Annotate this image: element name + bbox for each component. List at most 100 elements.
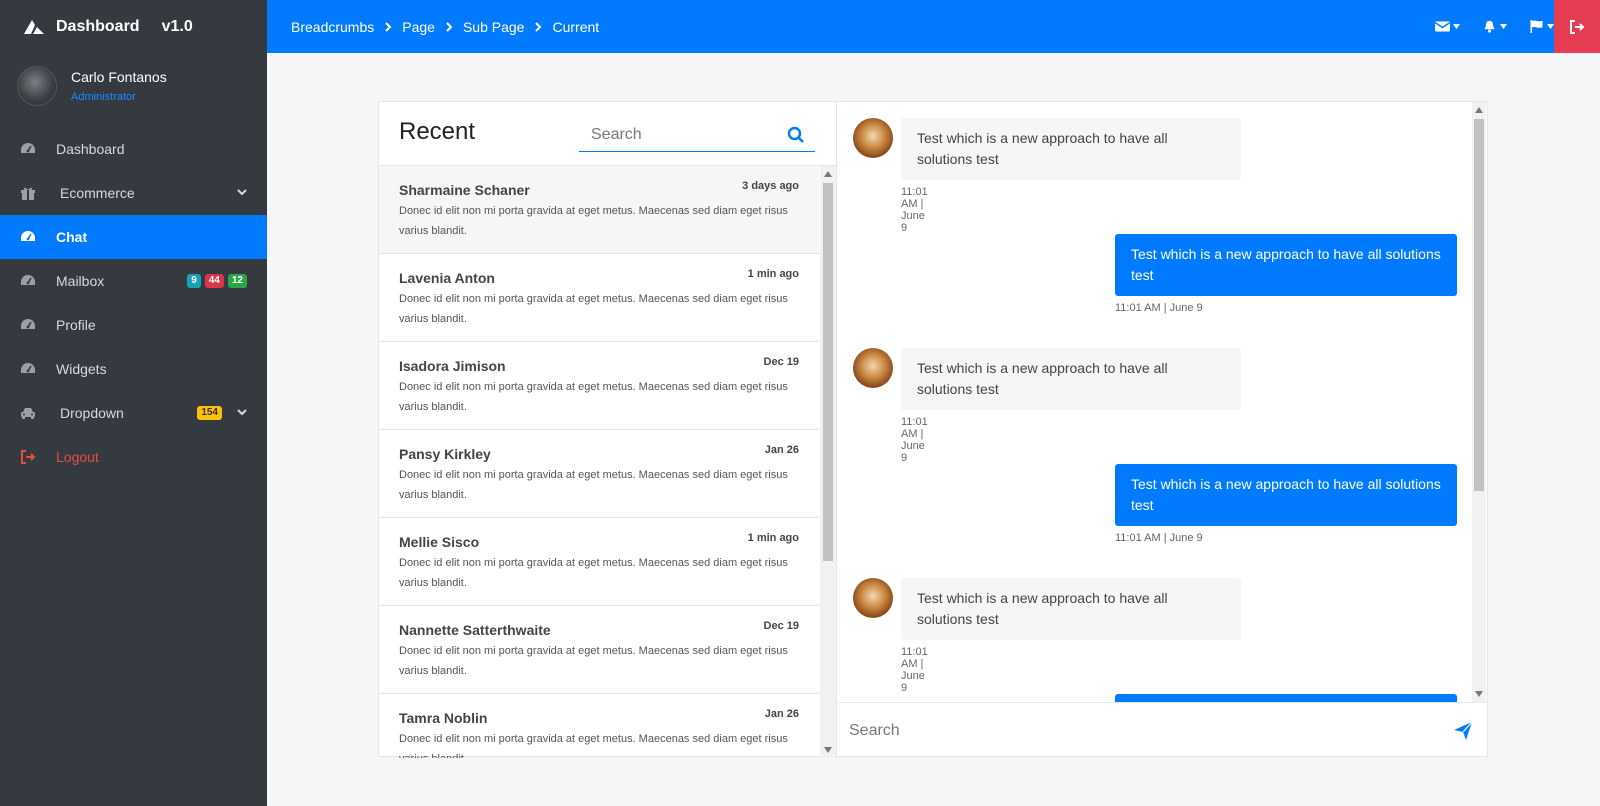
outgoing-message: Test which is a new approach to have all… bbox=[1115, 464, 1457, 526]
notifications-dropdown[interactable] bbox=[1482, 20, 1507, 33]
recent-header: Recent bbox=[379, 102, 836, 166]
topbar: Breadcrumbs Page Sub Page Current bbox=[267, 0, 1600, 53]
conversation-item[interactable]: Nannette Satterthwaite Dec 19 Donec id e… bbox=[379, 606, 819, 694]
flag-icon bbox=[1530, 20, 1543, 33]
badge-count: 154 bbox=[197, 406, 222, 420]
chat-thread: Test which is a new approach to have all… bbox=[837, 102, 1487, 758]
conversation-scrollbar[interactable] bbox=[820, 166, 836, 758]
brand-title: Dashboard bbox=[56, 17, 140, 35]
dashboard-icon bbox=[20, 229, 36, 245]
caret-down-icon bbox=[1547, 24, 1554, 29]
sidebar-nav: Dashboard Ecommerce Chat Mailbox 9 44 12… bbox=[0, 127, 267, 479]
sidebar-item-label: Logout bbox=[56, 449, 99, 465]
caret-down-icon bbox=[1500, 24, 1507, 29]
message-time: 11:01 AM | June 9 bbox=[901, 646, 928, 694]
conversation-time: Dec 19 bbox=[763, 356, 799, 368]
sidebar-item-logout[interactable]: Logout bbox=[0, 435, 267, 479]
sidebar: Dashboard v1.0 Carlo Fontanos Administra… bbox=[0, 0, 267, 806]
chevron-right-icon bbox=[385, 21, 392, 32]
chevron-right-icon bbox=[535, 21, 542, 32]
messages-dropdown[interactable] bbox=[1435, 20, 1460, 33]
scroll-down-icon[interactable] bbox=[824, 747, 832, 753]
message-bubble: Test which is a new approach to have all… bbox=[901, 348, 1241, 410]
logout-button[interactable] bbox=[1554, 0, 1600, 53]
scroll-up-icon[interactable] bbox=[1475, 107, 1483, 113]
sign-out-icon bbox=[1570, 19, 1585, 34]
conversation-item[interactable]: Lavenia Anton 1 min ago Donec id elit no… bbox=[379, 254, 819, 342]
conversation-item[interactable]: Tamra Noblin Jan 26 Donec id elit non mi… bbox=[379, 694, 819, 758]
sign-out-icon bbox=[20, 449, 36, 465]
chevron-right-icon bbox=[446, 21, 453, 32]
chevron-down-icon bbox=[237, 409, 247, 416]
dashboard-icon bbox=[20, 273, 36, 289]
sidebar-item-label: Profile bbox=[56, 317, 96, 333]
contact-name: Lavenia Anton bbox=[399, 270, 495, 286]
message-time: 11:01 AM | June 9 bbox=[1115, 302, 1203, 314]
sidebar-item-ecommerce[interactable]: Ecommerce bbox=[0, 171, 267, 215]
chevron-down-icon bbox=[237, 189, 247, 196]
conversation-time: 3 days ago bbox=[742, 180, 799, 192]
contact-avatar bbox=[853, 348, 893, 388]
recent-conversations: Recent Sharmaine Schaner 3 days ago Done… bbox=[379, 102, 837, 758]
sidebar-item-chat[interactable]: Chat bbox=[0, 215, 267, 259]
contact-avatar bbox=[853, 118, 893, 158]
envelope-icon bbox=[1435, 21, 1450, 32]
sidebar-item-widgets[interactable]: Widgets bbox=[0, 347, 267, 391]
conversation-preview: Donec id elit non mi porta gravida at eg… bbox=[399, 469, 788, 501]
message-time: 11:01 AM | June 9 bbox=[1115, 532, 1203, 544]
breadcrumb-link[interactable]: Page bbox=[402, 19, 435, 35]
scroll-down-icon[interactable] bbox=[1475, 691, 1483, 697]
sidebar-item-mailbox[interactable]: Mailbox 9 44 12 bbox=[0, 259, 267, 303]
sidebar-item-dropdown[interactable]: Dropdown 154 bbox=[0, 391, 267, 435]
send-icon[interactable] bbox=[1453, 721, 1473, 741]
search-icon[interactable] bbox=[787, 126, 805, 144]
sidebar-item-dashboard[interactable]: Dashboard bbox=[0, 127, 267, 171]
sidebar-item-label: Ecommerce bbox=[60, 185, 135, 201]
search-input[interactable] bbox=[579, 120, 779, 150]
caret-down-icon bbox=[1453, 24, 1460, 29]
conversation-preview: Donec id elit non mi porta gravida at eg… bbox=[399, 557, 788, 589]
conversation-item[interactable]: Mellie Sisco 1 min ago Donec id elit non… bbox=[379, 518, 819, 606]
sidebar-item-profile[interactable]: Profile bbox=[0, 303, 267, 347]
brand-version: v1.0 bbox=[161, 17, 193, 35]
outgoing-message-partial bbox=[1115, 694, 1457, 702]
conversation-item[interactable]: Pansy Kirkley Jan 26 Donec id elit non m… bbox=[379, 430, 819, 518]
thread-scrollbar[interactable] bbox=[1472, 102, 1486, 702]
message-bubble: Test which is a new approach to have all… bbox=[901, 578, 1241, 640]
mailbox-badges: 9 44 12 bbox=[187, 274, 247, 288]
flags-dropdown[interactable] bbox=[1529, 20, 1554, 33]
conversation-item[interactable]: Sharmaine Schaner 3 days ago Donec id el… bbox=[379, 166, 819, 254]
contact-avatar bbox=[853, 578, 893, 618]
message-bubble: Test which is a new approach to have all… bbox=[901, 118, 1241, 180]
dashboard-icon bbox=[20, 141, 36, 157]
user-role[interactable]: Administrator bbox=[71, 91, 167, 103]
contact-name: Pansy Kirkley bbox=[399, 446, 491, 462]
message-composer bbox=[837, 702, 1487, 758]
breadcrumb-current: Current bbox=[552, 18, 600, 35]
sidebar-item-label: Mailbox bbox=[56, 273, 105, 289]
scrollbar-thumb[interactable] bbox=[823, 183, 833, 561]
message-input[interactable] bbox=[849, 715, 1429, 747]
logo-icon bbox=[24, 19, 44, 34]
badge-count: 44 bbox=[204, 274, 224, 288]
chat-panel: Recent Sharmaine Schaner 3 days ago Done… bbox=[378, 101, 1488, 758]
conversation-item[interactable]: Isadora Jimison Dec 19 Donec id elit non… bbox=[379, 342, 819, 430]
sidebar-item-label: Dashboard bbox=[56, 141, 125, 157]
conversation-preview: Donec id elit non mi porta gravida at eg… bbox=[399, 733, 788, 758]
brand[interactable]: Dashboard v1.0 bbox=[0, 0, 267, 53]
conversation-preview: Donec id elit non mi porta gravida at eg… bbox=[399, 645, 788, 677]
dashboard-icon bbox=[20, 317, 36, 333]
message-time: 11:01 AM | June 9 bbox=[901, 416, 928, 464]
outgoing-message: Test which is a new approach to have all… bbox=[1115, 234, 1457, 296]
breadcrumb-link[interactable]: Sub Page bbox=[463, 19, 525, 35]
contact-name: Mellie Sisco bbox=[399, 534, 480, 550]
avatar[interactable] bbox=[17, 66, 57, 106]
scrollbar-thumb[interactable] bbox=[1474, 119, 1484, 491]
recent-search bbox=[579, 120, 815, 152]
conversation-time: Jan 26 bbox=[764, 444, 799, 456]
scroll-up-icon[interactable] bbox=[824, 171, 832, 177]
message-list: Test which is a new approach to have all… bbox=[837, 102, 1473, 702]
breadcrumb-link[interactable]: Breadcrumbs bbox=[291, 19, 374, 35]
user-name: Carlo Fontanos bbox=[71, 69, 167, 85]
sidebar-item-label: Widgets bbox=[56, 361, 107, 377]
